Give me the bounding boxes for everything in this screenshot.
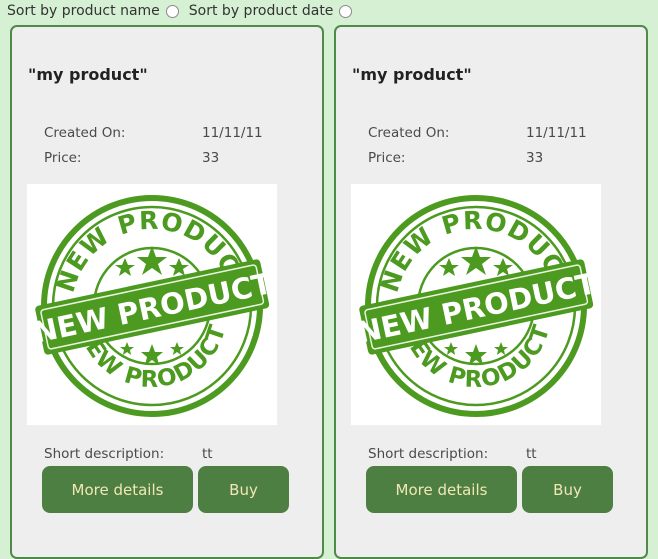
price-row: Price: 33 — [44, 150, 219, 166]
sort-by-name-radio[interactable] — [165, 4, 179, 18]
sort-bar: Sort by product name Sort by product dat… — [7, 1, 362, 21]
sort-by-name-label: Sort by product name — [7, 3, 160, 19]
price-value: 33 — [202, 150, 220, 166]
description-value: tt — [202, 446, 213, 462]
product-image: NEW PRODUCT NEW PRODUCT NEW PRODUCT — [27, 184, 277, 425]
more-details-button[interactable]: More details — [42, 466, 193, 513]
new-product-stamp-icon: NEW PRODUCT NEW PRODUCT NEW PRODUCT — [30, 195, 275, 417]
created-label: Created On: — [44, 125, 126, 141]
sort-by-date-radio[interactable] — [339, 4, 353, 18]
sort-by-date-label: Sort by product date — [188, 3, 334, 19]
product-image: NEW PRODUCT NEW PRODUCT NEW PRODUCT — [351, 184, 601, 425]
buy-button[interactable]: Buy — [522, 466, 613, 513]
price-label: Price: — [368, 150, 406, 166]
created-value: 11/11/11 — [202, 125, 263, 141]
description-label: Short description: — [44, 446, 165, 462]
description-value: tt — [526, 446, 537, 462]
product-card: "my product" Created On: 11/11/11 Price:… — [334, 25, 648, 559]
product-title: "my product" — [28, 65, 148, 84]
created-row: Created On: 11/11/11 — [44, 125, 263, 141]
created-label: Created On: — [368, 125, 450, 141]
buy-button[interactable]: Buy — [198, 466, 289, 513]
price-value: 33 — [526, 150, 544, 166]
product-card: "my product" Created On: 11/11/11 Price:… — [10, 25, 324, 559]
product-title: "my product" — [352, 65, 472, 84]
created-value: 11/11/11 — [526, 125, 587, 141]
description-label: Short description: — [368, 446, 489, 462]
description-row: Short description: tt — [44, 446, 213, 462]
description-row: Short description: tt — [368, 446, 537, 462]
more-details-button[interactable]: More details — [366, 466, 517, 513]
created-row: Created On: 11/11/11 — [368, 125, 587, 141]
price-row: Price: 33 — [368, 150, 543, 166]
new-product-stamp-icon: NEW PRODUCT NEW PRODUCT NEW PRODUCT — [354, 195, 599, 417]
price-label: Price: — [44, 150, 82, 166]
